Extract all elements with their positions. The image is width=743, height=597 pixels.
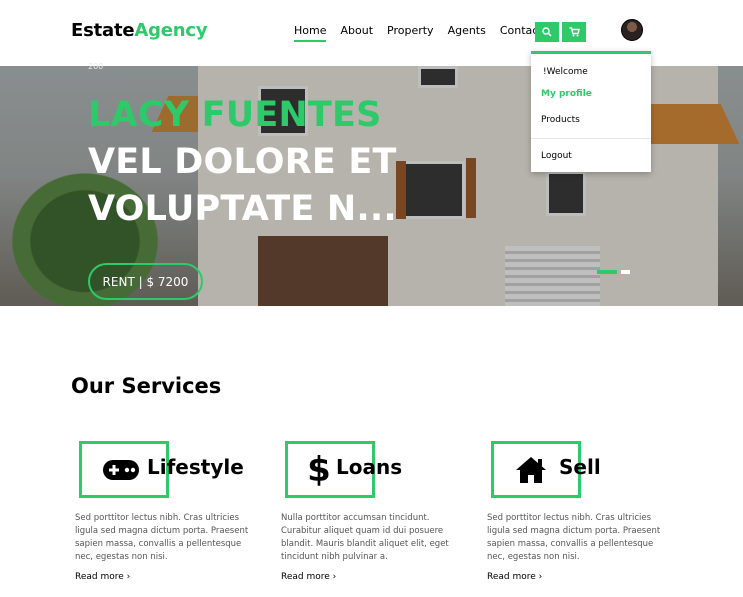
dropdown-logout[interactable]: Logout (541, 151, 572, 161)
gamepad-icon (101, 454, 141, 486)
read-more-link[interactable]: Read more › (75, 572, 130, 582)
service-description: Sed porttitor lectus nibh. Cras ultricie… (75, 513, 249, 562)
nav-home[interactable]: Home (294, 24, 327, 42)
read-more-label: Read more (75, 572, 124, 582)
service-title: Lifestyle (147, 455, 244, 479)
brand-logo[interactable]: EstateAgency (71, 20, 208, 41)
home-icon (511, 454, 551, 486)
read-more-link[interactable]: Read more › (281, 572, 336, 582)
hero-title-line3: VOLUPTATE N... (88, 189, 397, 229)
nav-agents[interactable]: Agents (448, 24, 486, 42)
read-more-label: Read more (281, 572, 330, 582)
chevron-right-icon: › (332, 572, 337, 582)
search-button[interactable] (535, 22, 559, 42)
nav-property[interactable]: Property (387, 24, 434, 42)
carousel-dot-active[interactable] (597, 270, 617, 274)
rent-price-button[interactable]: RENT | $ 7200 (88, 263, 203, 300)
service-description: Sed porttitor lectus nibh. Cras ultricie… (487, 513, 661, 562)
dropdown-my-profile[interactable]: My profile (541, 89, 592, 99)
dollar-icon: $ (307, 450, 331, 490)
search-icon (542, 27, 552, 37)
hero-title: LACY FUENTES VEL DOLORE ET VOLUPTATE N..… (88, 92, 397, 233)
carousel-dot[interactable] (621, 270, 630, 274)
user-avatar[interactable] (621, 19, 643, 41)
read-more-link[interactable]: Read more › (487, 572, 542, 582)
chevron-right-icon: › (538, 572, 543, 582)
dropdown-welcome: !Welcome (543, 67, 588, 77)
brand-part-estate: Estate (71, 20, 135, 41)
cart-icon (569, 27, 580, 37)
main-nav: Home About Property Agents Contact (294, 24, 543, 42)
nav-about[interactable]: About (340, 24, 373, 42)
brand-part-agency: Agency (134, 20, 208, 41)
dropdown-divider (531, 138, 651, 139)
chevron-right-icon: › (126, 572, 131, 582)
service-description: Nulla porttitor accumsan tincidunt. Cura… (281, 513, 449, 562)
services-heading: Our Services (71, 374, 222, 398)
dropdown-products[interactable]: Products (541, 115, 580, 125)
hero-title-line1: LACY FUENTES (88, 95, 382, 135)
hero-small-number: 200 (88, 62, 104, 71)
hero-title-line2: VEL DOLORE ET (88, 142, 397, 182)
cart-button[interactable] (562, 22, 586, 42)
service-title: Sell (559, 455, 601, 479)
service-title: Loans (336, 455, 403, 479)
user-dropdown-menu: !Welcome My profile Products Logout (531, 51, 651, 172)
read-more-label: Read more (487, 572, 536, 582)
